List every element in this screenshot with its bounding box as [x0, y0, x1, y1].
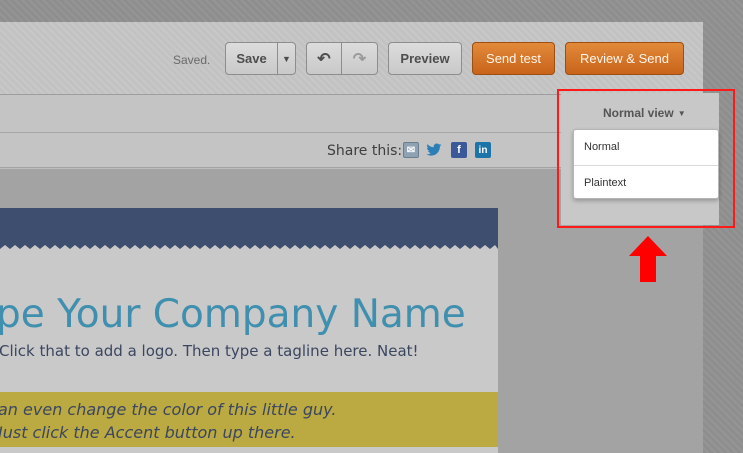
save-status: Saved.	[173, 53, 211, 67]
undo-button[interactable]: ↶	[306, 42, 342, 75]
top-toolbar: Saved. Save ▼ ↶ ↷ Preview Send test Revi…	[0, 22, 703, 95]
company-name-heading[interactable]: pe Your Company Name	[0, 292, 466, 337]
facebook-icon[interactable]: f	[451, 142, 467, 158]
preview-button[interactable]: Preview	[388, 42, 462, 75]
highlight-annotation-box	[557, 89, 735, 228]
twitter-icon[interactable]	[426, 142, 442, 158]
header-zigzag-edge	[0, 245, 498, 255]
editor-window: Saved. Save ▼ ↶ ↷ Preview Send test Revi…	[0, 22, 703, 453]
tagline-text[interactable]: Click that to add a logo. Then type a ta…	[0, 342, 419, 360]
redo-icon: ↷	[352, 50, 367, 68]
save-menu-button[interactable]: ▼	[277, 42, 296, 75]
undo-icon: ↶	[317, 50, 331, 68]
red-arrow-up-icon	[629, 236, 667, 282]
accent-block[interactable]: an even change the color of this little …	[0, 392, 498, 447]
linkedin-icon[interactable]: in	[475, 142, 491, 158]
accent-text-line: Just click the Accent button up there.	[0, 423, 296, 442]
email-template: pe Your Company Name Click that to add a…	[0, 208, 498, 453]
share-label: Share this:	[327, 143, 403, 159]
redo-button[interactable]: ↷	[341, 42, 378, 75]
review-send-button[interactable]: Review & Send	[565, 42, 684, 75]
send-test-button[interactable]: Send test	[472, 42, 555, 75]
caret-down-icon: ▼	[282, 53, 291, 64]
email-icon[interactable]: ✉	[403, 142, 419, 158]
save-button[interactable]: Save	[225, 42, 278, 75]
accent-text-line: an even change the color of this little …	[0, 400, 337, 419]
